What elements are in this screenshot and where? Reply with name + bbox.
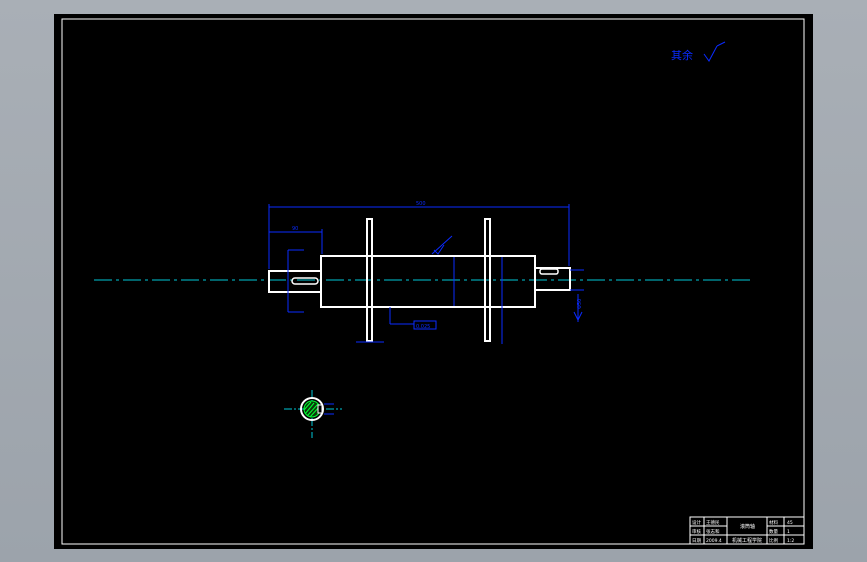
- overall-dimension-text: 500: [416, 201, 426, 207]
- right-end-dimension: [570, 269, 584, 322]
- left-dimension-text: 90: [292, 226, 298, 232]
- tb-r3c1: 日期: [692, 538, 701, 544]
- tb-mat-label: 材料: [769, 519, 778, 526]
- keyway-left: [291, 277, 319, 285]
- tb-r2c2: 张志和: [706, 528, 720, 535]
- tb-r1c2: 王德民: [706, 519, 720, 526]
- tb-r3c2: 2009.4: [706, 538, 722, 544]
- drawing-sheet[interactable]: 其余 500 90 0.025 Φ50 设计 王德民 审核 张志和 日期 200…: [54, 14, 813, 549]
- keyway-right: [539, 268, 559, 275]
- datum-text: 0.025: [416, 324, 430, 330]
- tb-part-name: 滚筒轴: [740, 523, 755, 530]
- tb-qty-label: 数量: [769, 528, 778, 535]
- overall-dimension: [268, 204, 570, 269]
- cad-viewport[interactable]: 其余 500 90 0.025 Φ50 设计 王德民 审核 张志和 日期 200…: [0, 0, 867, 562]
- tolerance-leader: [431, 235, 503, 344]
- surface-note: 其余: [671, 48, 693, 62]
- title-block-text: 设计 王德民 审核 张志和 日期 2009.4 滚筒轴 机械工程学院 材料 45…: [692, 519, 794, 544]
- tb-r2c1: 审核: [692, 528, 701, 535]
- tb-scale-value: 1:2: [787, 538, 794, 544]
- diameter-text: Φ50: [577, 299, 583, 309]
- tb-mat-value: 45: [787, 520, 793, 526]
- drawing-border: [61, 18, 805, 545]
- tb-qty-value: 1: [787, 529, 790, 535]
- tb-r1c1: 设计: [692, 519, 701, 526]
- tb-scale-label: 比例: [769, 537, 778, 544]
- tb-school: 机械工程学院: [732, 537, 762, 544]
- cad-drawing[interactable]: 其余 500 90 0.025 Φ50 设计 王德民 审核 张志和 日期 200…: [54, 14, 813, 549]
- roughness-symbol-icon: [703, 41, 726, 62]
- cross-section-view: [284, 390, 342, 438]
